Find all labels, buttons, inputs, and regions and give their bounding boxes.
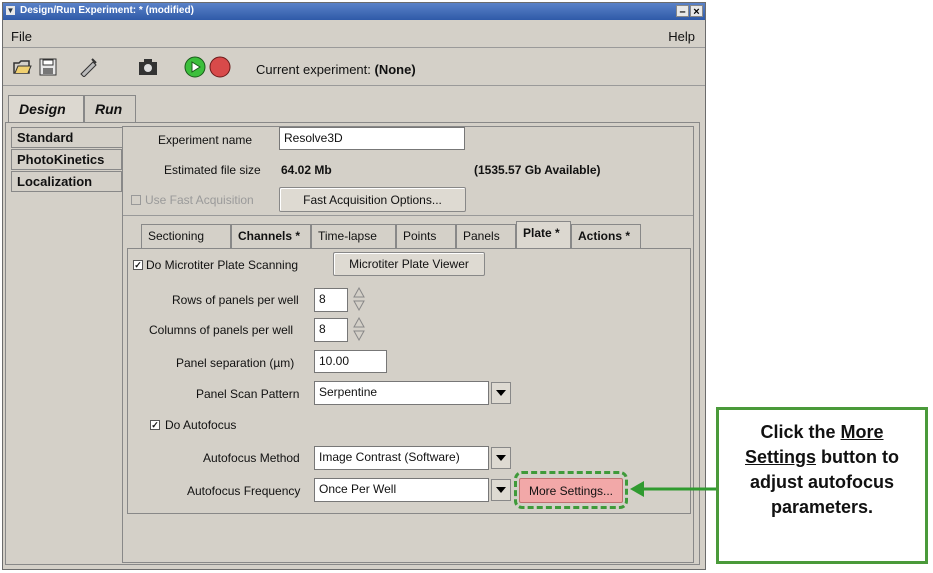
microtiter-plate-viewer-button[interactable]: Microtiter Plate Viewer <box>333 252 485 276</box>
autofocus-frequency-label: Autofocus Frequency <box>187 484 301 498</box>
panel-separation-field[interactable]: 10.00 <box>314 350 387 373</box>
menu-bar: File Help <box>3 25 705 48</box>
autofocus-frequency-select[interactable]: Once Per Well <box>314 478 489 502</box>
columns-per-well-field[interactable]: 8 <box>314 318 348 342</box>
chevron-down-icon <box>496 455 506 461</box>
side-tab-standard[interactable]: Standard <box>11 127 122 148</box>
rows-spinner-icon[interactable] <box>353 287 365 311</box>
save-disk-icon[interactable] <box>37 56 59 78</box>
use-fast-acquisition-checkbox[interactable] <box>131 195 141 205</box>
side-tab-localization[interactable]: Localization <box>11 171 122 192</box>
experiment-name-field[interactable]: Resolve3D <box>279 127 465 150</box>
panel-scan-pattern-label: Panel Scan Pattern <box>196 387 300 401</box>
title-bar[interactable]: ▼ Design/Run Experiment: * (modified) – … <box>3 3 705 20</box>
panel-scan-pattern-select[interactable]: Serpentine <box>314 381 489 405</box>
fast-acquisition-options-button[interactable]: Fast Acquisition Options... <box>279 187 466 212</box>
tab-sectioning[interactable]: Sectioning <box>141 224 231 248</box>
menu-file[interactable]: File <box>11 29 32 44</box>
callout-line-2: Settings button to <box>745 447 899 467</box>
divider <box>123 215 693 216</box>
callout-line-3: adjust autofocus <box>749 472 894 492</box>
tab-run[interactable]: Run <box>84 95 136 123</box>
window-title: Design/Run Experiment: * (modified) <box>20 5 194 16</box>
available-space-value: (1535.57 Gb Available) <box>474 163 601 177</box>
scan-pattern-dropdown-button[interactable] <box>491 382 511 404</box>
current-experiment-value: (None) <box>374 62 416 77</box>
tab-plate[interactable]: Plate * <box>516 221 571 249</box>
autofocus-method-dropdown-button[interactable] <box>491 447 511 469</box>
close-button[interactable]: × <box>690 5 703 18</box>
current-experiment-label: Current experiment: <box>256 62 371 77</box>
columns-per-well-label: Columns of panels per well <box>149 323 294 337</box>
autofocus-frequency-dropdown-button[interactable] <box>491 479 511 501</box>
tab-time-lapse[interactable]: Time-lapse <box>311 224 396 248</box>
do-microtiter-label: Do Microtiter Plate Scanning <box>146 258 299 272</box>
instruction-callout: Click the More Settings button to adjust… <box>716 407 928 564</box>
menu-help[interactable]: Help <box>668 29 695 44</box>
rows-per-well-label: Rows of panels per well <box>172 293 299 307</box>
columns-spinner-icon[interactable] <box>353 317 365 341</box>
chevron-down-icon <box>496 487 506 493</box>
callout-line-1: Click the More <box>760 422 884 442</box>
window-menu-icon[interactable]: ▼ <box>6 6 15 15</box>
experiment-name-label: Experiment name <box>158 133 253 147</box>
autofocus-method-label: Autofocus Method <box>203 451 300 465</box>
tab-actions[interactable]: Actions * <box>571 224 641 248</box>
side-tab-photokinetics[interactable]: PhotoKinetics <box>11 149 122 170</box>
camera-icon[interactable] <box>137 56 159 78</box>
edit-wand-icon[interactable] <box>77 56 99 78</box>
callout-arrow <box>630 481 717 497</box>
toolbar: Current experiment: (None) <box>3 49 705 86</box>
estimated-file-size-label: Estimated file size <box>164 163 261 177</box>
minimize-button[interactable]: – <box>676 5 689 18</box>
current-experiment: Current experiment: (None) <box>256 62 416 77</box>
tab-design[interactable]: Design <box>8 95 84 124</box>
open-folder-icon[interactable] <box>11 56 33 78</box>
do-microtiter-checkbox[interactable]: ✓ <box>133 260 143 270</box>
use-fast-acquisition-label: Use Fast Acquisition <box>145 193 254 207</box>
more-settings-button[interactable]: More Settings... <box>519 478 623 503</box>
autofocus-method-select[interactable]: Image Contrast (Software) <box>314 446 489 470</box>
tab-points[interactable]: Points <box>396 224 456 248</box>
record-icon[interactable] <box>209 56 231 78</box>
panel-separation-label: Panel separation (µm) <box>176 356 295 370</box>
do-autofocus-checkbox[interactable]: ✓ <box>150 420 160 430</box>
tab-channels[interactable]: Channels * <box>231 224 311 248</box>
estimated-file-size-value: 64.02 Mb <box>281 163 332 177</box>
callout-line-4: parameters. <box>770 497 874 517</box>
tab-panels[interactable]: Panels <box>456 224 516 248</box>
rows-per-well-field[interactable]: 8 <box>314 288 348 312</box>
chevron-down-icon <box>496 390 506 396</box>
do-autofocus-label: Do Autofocus <box>165 418 237 432</box>
play-icon[interactable] <box>184 56 206 78</box>
